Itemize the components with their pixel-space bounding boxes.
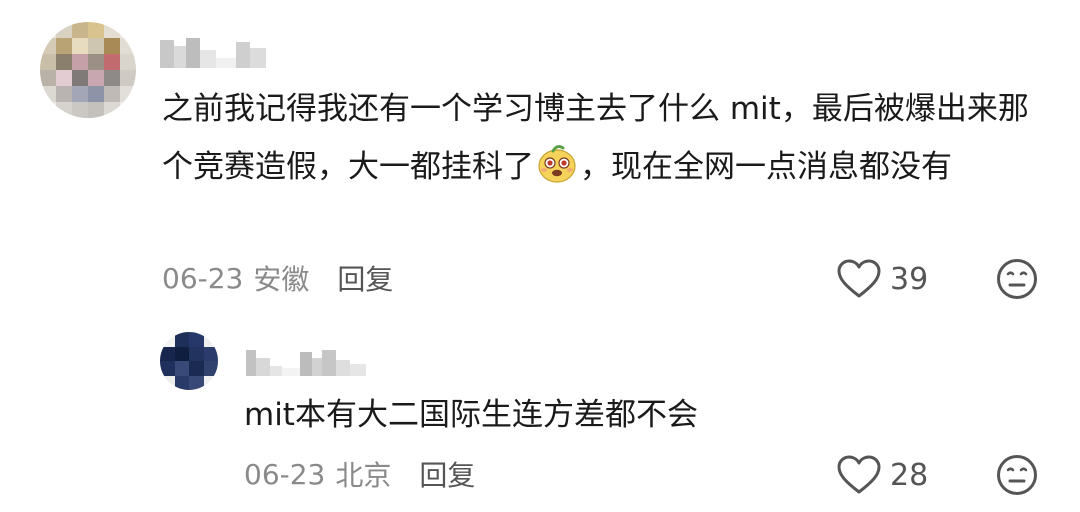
like-count: 39 [890, 261, 929, 297]
comment-date: 06-23 [162, 261, 244, 295]
comment-text: 之前我记得我还有一个学习博主去了什么 mit，最后被爆出来那个竞赛造假，大一都挂… [162, 80, 1042, 196]
reply-like-count: 28 [890, 457, 929, 493]
reply-like-button[interactable]: 28 [836, 454, 928, 496]
reply-text: mit本有大二国际生连方差都不会 [244, 397, 698, 433]
neutral-face-icon[interactable] [996, 454, 1038, 496]
reply-button[interactable]: 回复 [337, 258, 393, 298]
username[interactable] [160, 34, 266, 68]
neutral-face-icon[interactable] [996, 258, 1038, 300]
avatar[interactable] [40, 22, 136, 118]
like-button[interactable]: 39 [836, 258, 928, 300]
comment-text-part-2: ，现在全网一点消息都没有 [580, 149, 952, 185]
reply-date: 06-23 [244, 457, 326, 491]
comment-location: 安徽 [253, 263, 310, 296]
comment-item: 之前我记得我还有一个学习博主去了什么 mit，最后被爆出来那个竞赛造假，大一都挂… [0, 0, 1080, 320]
reply-username[interactable] [246, 346, 366, 376]
heart-outline-icon [837, 259, 881, 298]
heart-outline-icon [837, 455, 881, 494]
reply-item: mit本有大二国际生连方差都不会 06-23 北京 回复 28 [0, 320, 1080, 512]
comment-meta: 06-23 安徽 回复 [162, 258, 393, 298]
reply-location: 北京 [335, 459, 392, 492]
reply-to-reply-button[interactable]: 回复 [419, 454, 475, 494]
face-emoji-icon [538, 145, 576, 183]
reply-avatar[interactable] [160, 332, 218, 390]
reply-meta: 06-23 北京 回复 [244, 454, 475, 494]
